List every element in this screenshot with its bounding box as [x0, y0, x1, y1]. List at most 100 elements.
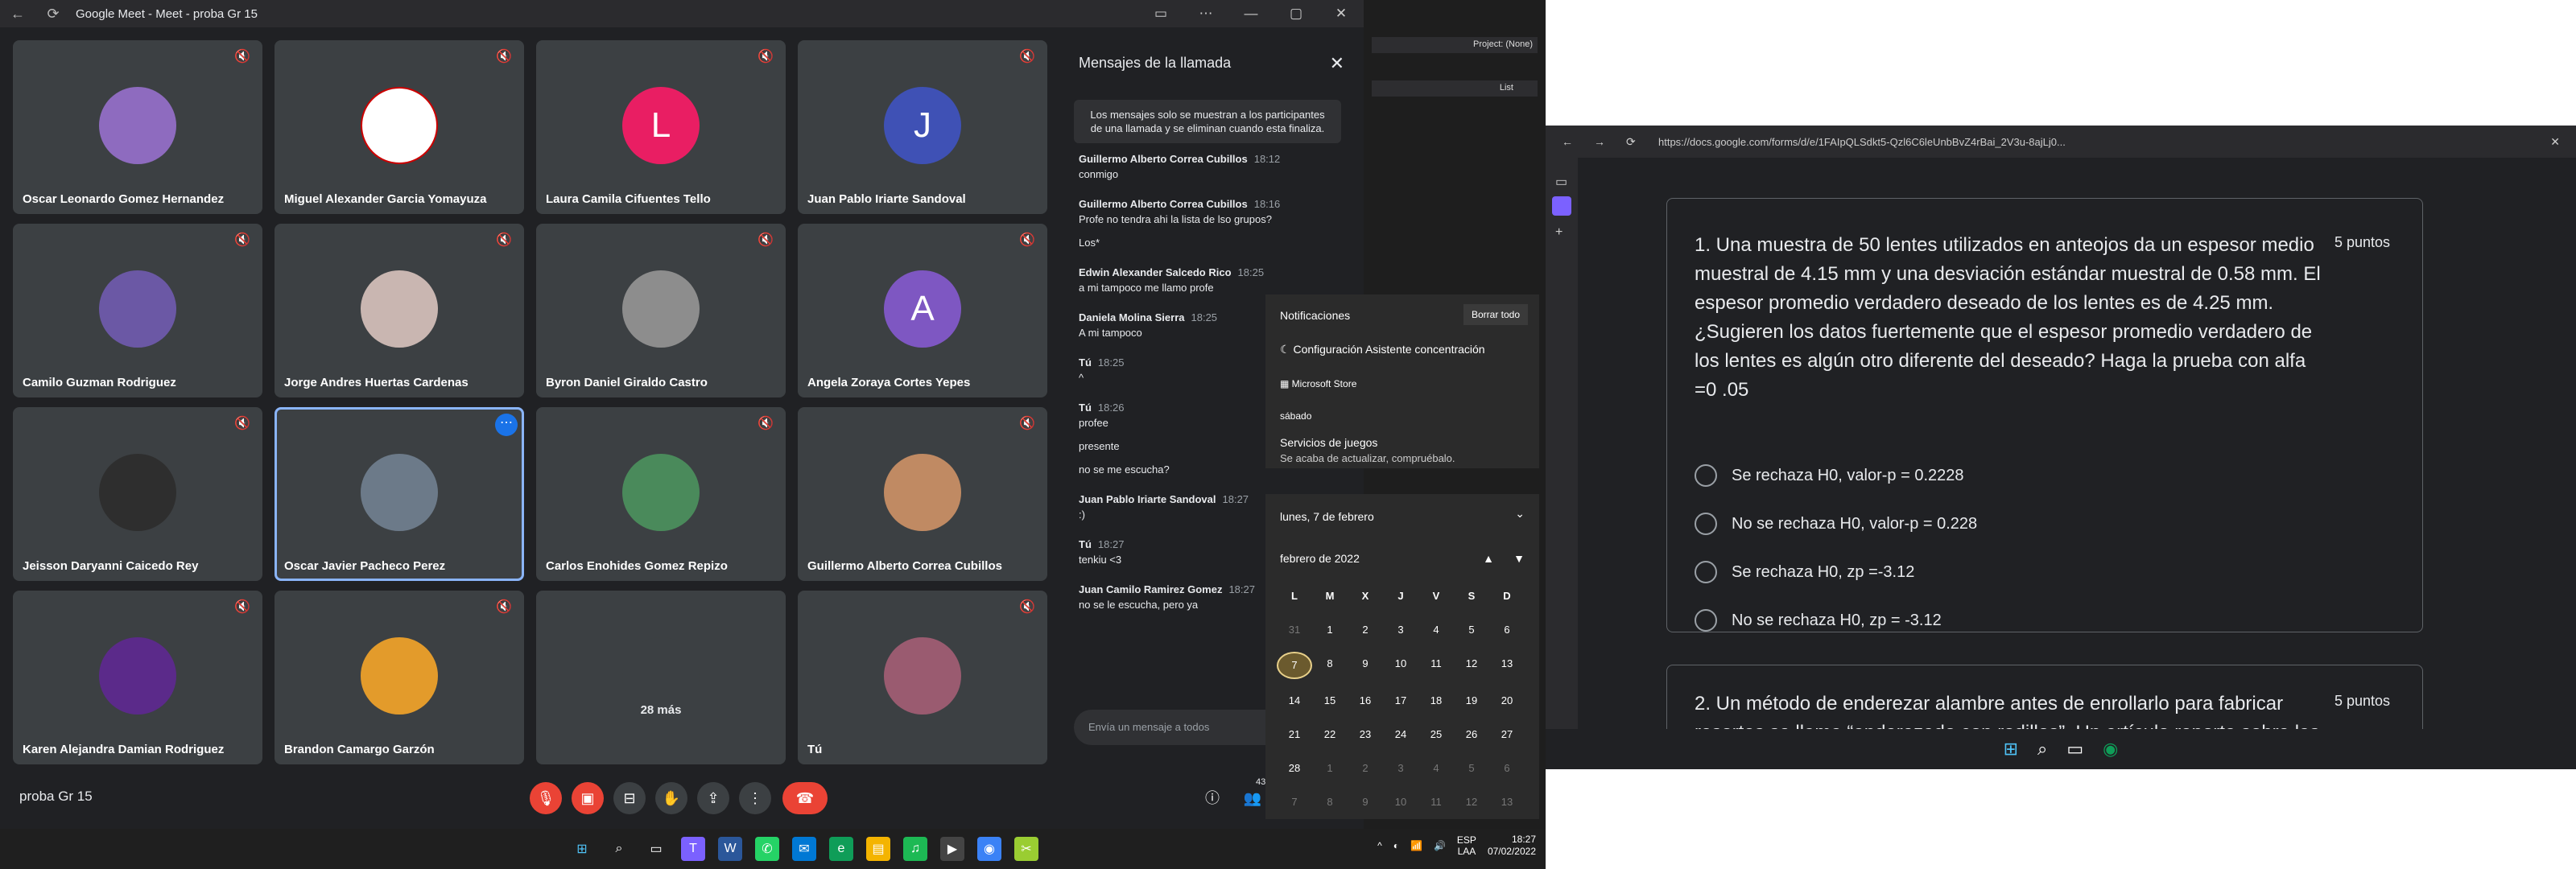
search-icon[interactable]: ⌕ — [607, 837, 631, 861]
option-4[interactable]: No se rechaza H0, zp = -3.12 — [1695, 609, 1942, 632]
calendar-day[interactable]: 25 — [1418, 723, 1454, 747]
calendar-day[interactable]: 26 — [1454, 723, 1489, 747]
edge-icon[interactable]: ◉ — [2103, 739, 2118, 760]
participant-tile[interactable]: 🔇 Guillermo Alberto Correa Cubillos — [798, 407, 1047, 581]
reload-icon[interactable]: ⟳ — [1626, 135, 1636, 149]
next-month-icon[interactable]: ▼ — [1513, 552, 1525, 565]
task-view-icon[interactable]: ▭ — [644, 837, 668, 861]
camera-off-icon[interactable]: ▣ — [572, 782, 604, 814]
participant-tile[interactable]: J 🔇 Juan Pablo Iriarte Sandoval — [798, 40, 1047, 214]
raise-hand-icon[interactable]: ✋ — [655, 782, 687, 814]
participant-tile[interactable]: 🔇 Camilo Guzman Rodriguez — [13, 224, 262, 397]
calendar-day[interactable]: 6 — [1489, 618, 1525, 642]
calendar-day[interactable]: 28 — [1277, 756, 1312, 780]
calendar-day[interactable]: 21 — [1277, 723, 1312, 747]
word-icon[interactable]: W — [718, 837, 742, 861]
participant-tile[interactable]: L 🔇 Laura Camila Cifuentes Tello — [536, 40, 786, 214]
calendar-day[interactable]: 6 — [1489, 756, 1525, 780]
option-1[interactable]: Se rechaza H0, valor-p = 0.2228 — [1695, 464, 1964, 487]
language-indicator[interactable]: ESP LAA — [1457, 834, 1476, 857]
menu-icon[interactable]: ⋯ — [1183, 6, 1228, 22]
teams-icon[interactable]: T — [681, 837, 705, 861]
calendar-day[interactable]: 17 — [1383, 689, 1418, 713]
participant-tile[interactable]: 🔇 Carlos Enohides Gomez Repizo — [536, 407, 786, 581]
forward-icon[interactable]: → — [1594, 135, 1605, 148]
calendar-day[interactable]: 2 — [1348, 756, 1383, 780]
tile-options-icon[interactable]: ⋯ — [495, 414, 518, 436]
chevron-up-icon[interactable]: ^ — [1377, 840, 1382, 851]
close-button[interactable]: ✕ — [1319, 6, 1364, 22]
calendar-day[interactable]: 31 — [1277, 618, 1312, 642]
back-icon[interactable]: ← — [1562, 135, 1573, 148]
radio-button[interactable] — [1695, 464, 1717, 487]
whatsapp-icon[interactable]: ✆ — [755, 837, 779, 861]
reload-icon[interactable]: ⟳ — [35, 6, 71, 23]
close-chat-icon[interactable]: ✕ — [1330, 53, 1344, 74]
participant-tile[interactable]: 🔇 Tú — [798, 591, 1047, 764]
cast-icon[interactable]: ▭ — [1138, 6, 1183, 22]
hang-up-icon[interactable]: ☎ — [782, 782, 828, 814]
calendar-day[interactable]: 10 — [1383, 652, 1418, 679]
captions-icon[interactable]: ⊟ — [613, 782, 646, 814]
calendar-day[interactable]: 20 — [1489, 689, 1525, 713]
calendar-day[interactable]: 3 — [1383, 756, 1418, 780]
maximize-button[interactable]: ▢ — [1274, 6, 1319, 22]
clear-all-button[interactable]: Borrar todo — [1463, 304, 1528, 325]
option-3[interactable]: Se rechaza H0, zp =-3.12 — [1695, 561, 1914, 583]
discord-icon[interactable]: ◐ — [1393, 840, 1399, 851]
calendar-day[interactable]: 8 — [1312, 790, 1348, 814]
edge-icon[interactable]: e — [829, 837, 853, 861]
calendar-day[interactable]: 5 — [1454, 618, 1489, 642]
active-tab-icon[interactable] — [1552, 196, 1571, 216]
more-options-icon[interactable]: ⋮ — [739, 782, 771, 814]
participant-tile[interactable]: 🔇 Jeisson Daryanni Caicedo Rey — [13, 407, 262, 581]
volume-icon[interactable]: 🔊 — [1434, 840, 1446, 851]
calendar-day[interactable]: 7 — [1277, 652, 1312, 679]
calendar-day[interactable]: 4 — [1418, 618, 1454, 642]
calendar-day[interactable]: 19 — [1454, 689, 1489, 713]
participant-tile[interactable]: 🔇 Oscar Leonardo Gomez Hernandez — [13, 40, 262, 214]
calendar-day[interactable]: 13 — [1489, 652, 1525, 679]
calendar-day[interactable]: 12 — [1454, 652, 1489, 679]
calendar-day[interactable]: 1 — [1312, 618, 1348, 642]
calendar-day[interactable]: 23 — [1348, 723, 1383, 747]
option-2[interactable]: No se rechaza H0, valor-p = 0.228 — [1695, 513, 1977, 535]
list-view-button[interactable]: List — [1372, 80, 1538, 97]
calendar-day[interactable]: 11 — [1418, 790, 1454, 814]
calendar-day[interactable]: 7 — [1277, 790, 1312, 814]
back-icon[interactable]: ← — [0, 6, 35, 23]
calendar-day[interactable]: 4 — [1418, 756, 1454, 780]
wifi-icon[interactable]: 📶 — [1410, 840, 1422, 851]
calendar-day[interactable]: 9 — [1348, 652, 1383, 679]
calendar-day[interactable]: 3 — [1383, 618, 1418, 642]
info-icon[interactable]: ⓘ — [1196, 782, 1228, 814]
calendar-day[interactable]: 5 — [1454, 756, 1489, 780]
task-view-icon[interactable]: ▭ — [2066, 739, 2083, 760]
calendar-day[interactable]: 22 — [1312, 723, 1348, 747]
calendar-day[interactable]: 9 — [1348, 790, 1383, 814]
calendar-day[interactable]: 15 — [1312, 689, 1348, 713]
calendar-day[interactable]: 12 — [1454, 790, 1489, 814]
calendar-day[interactable]: 8 — [1312, 652, 1348, 679]
mic-off-icon[interactable]: 🎙 — [530, 782, 562, 814]
project-selector[interactable]: Project: (None) — [1372, 37, 1538, 53]
prev-month-icon[interactable]: ▲ — [1483, 552, 1494, 565]
radio-button[interactable] — [1695, 609, 1717, 632]
close-icon[interactable]: ✕ — [2550, 135, 2560, 149]
present-icon[interactable]: ⇪ — [697, 782, 729, 814]
calendar-day[interactable]: 18 — [1418, 689, 1454, 713]
folder-icon[interactable]: ▤ — [866, 837, 890, 861]
calendar-day[interactable]: 13 — [1489, 790, 1525, 814]
add-tab-icon[interactable]: + — [1555, 225, 1563, 240]
focus-assist-link[interactable]: ☾ Configuración Asistente concentración — [1280, 343, 1485, 356]
calendar-day[interactable]: 27 — [1489, 723, 1525, 747]
participant-tile[interactable]: 🔇 Miguel Alexander Garcia Yomayuza — [275, 40, 524, 214]
people-icon[interactable]: 👥 — [1236, 782, 1269, 814]
calendar-day[interactable]: 14 — [1277, 689, 1312, 713]
participant-tile[interactable]: 28 más — [536, 591, 786, 764]
snip-icon[interactable]: ✂ — [1014, 837, 1038, 861]
clock[interactable]: 18:27 07/02/2022 — [1488, 834, 1536, 858]
participant-tile[interactable]: A 🔇 Angela Zoraya Cortes Yepes — [798, 224, 1047, 397]
calendar-day[interactable]: 16 — [1348, 689, 1383, 713]
calendar-day[interactable]: 2 — [1348, 618, 1383, 642]
